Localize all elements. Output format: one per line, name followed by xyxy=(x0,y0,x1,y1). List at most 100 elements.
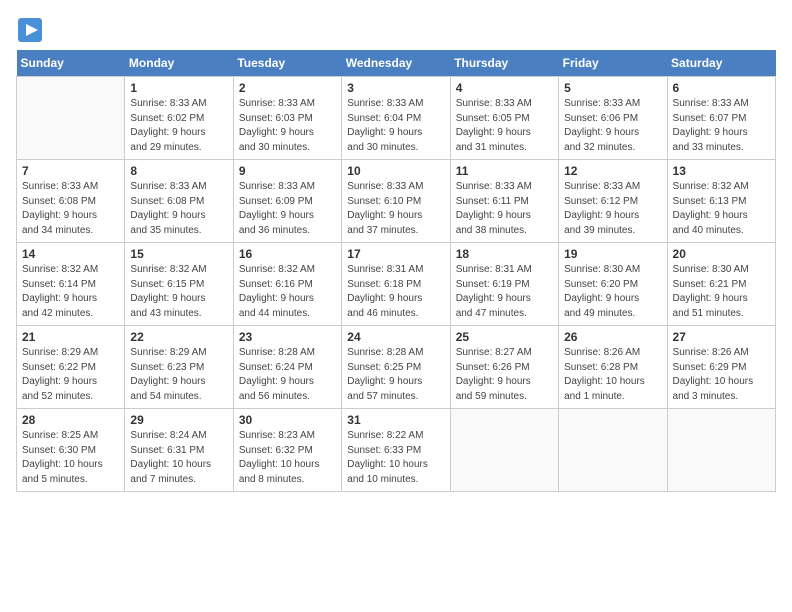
calendar-cell: 4 Sunrise: 8:33 AM Sunset: 6:05 PM Daylig… xyxy=(450,77,558,160)
days-header-row: SundayMondayTuesdayWednesdayThursdayFrid… xyxy=(17,50,776,77)
day-info: Sunrise: 8:33 AM Sunset: 6:07 PM Dayligh… xyxy=(673,97,770,155)
calendar-cell: 28 Sunrise: 8:25 AM Sunset: 6:30 PM Dayli… xyxy=(17,409,125,492)
calendar-cell: 13 Sunrise: 8:32 AM Sunset: 6:13 PM Dayli… xyxy=(667,160,775,243)
day-info: Sunrise: 8:33 AM Sunset: 6:09 PM Dayligh… xyxy=(239,180,336,238)
day-info: Sunrise: 8:31 AM Sunset: 6:19 PM Dayligh… xyxy=(456,263,553,321)
day-number: 17 xyxy=(347,247,444,261)
week-row-5: 28 Sunrise: 8:25 AM Sunset: 6:30 PM Dayli… xyxy=(17,409,776,492)
day-info: Sunrise: 8:32 AM Sunset: 6:13 PM Dayligh… xyxy=(673,180,770,238)
calendar-cell: 19 Sunrise: 8:30 AM Sunset: 6:20 PM Dayli… xyxy=(559,243,667,326)
day-info: Sunrise: 8:26 AM Sunset: 6:28 PM Dayligh… xyxy=(564,346,661,404)
day-number: 13 xyxy=(673,164,770,178)
calendar-cell: 30 Sunrise: 8:23 AM Sunset: 6:32 PM Dayli… xyxy=(233,409,341,492)
day-info: Sunrise: 8:26 AM Sunset: 6:29 PM Dayligh… xyxy=(673,346,770,404)
day-number: 9 xyxy=(239,164,336,178)
day-number: 11 xyxy=(456,164,553,178)
calendar-cell: 24Sunrise: 8:28 AM Sunset: 6:25 PM Dayli… xyxy=(342,326,450,409)
calendar-table: SundayMondayTuesdayWednesdayThursdayFrid… xyxy=(16,50,776,492)
calendar-cell: 14 Sunrise: 8:32 AM Sunset: 6:14 PM Dayli… xyxy=(17,243,125,326)
day-info: Sunrise: 8:33 AM Sunset: 6:08 PM Dayligh… xyxy=(22,180,119,238)
day-info: Sunrise: 8:25 AM Sunset: 6:30 PM Dayligh… xyxy=(22,429,119,487)
calendar-cell: 23 Sunrise: 8:28 AM Sunset: 6:24 PM Dayli… xyxy=(233,326,341,409)
day-info: Sunrise: 8:30 AM Sunset: 6:20 PM Dayligh… xyxy=(564,263,661,321)
calendar-cell xyxy=(17,77,125,160)
day-info: Sunrise: 8:33 AM Sunset: 6:02 PM Dayligh… xyxy=(130,97,227,155)
header-friday: Friday xyxy=(559,50,667,77)
day-number: 20 xyxy=(673,247,770,261)
day-number: 12 xyxy=(564,164,661,178)
calendar-cell: 20 Sunrise: 8:30 AM Sunset: 6:21 PM Dayli… xyxy=(667,243,775,326)
day-number: 19 xyxy=(564,247,661,261)
day-number: 25 xyxy=(456,330,553,344)
calendar-cell xyxy=(667,409,775,492)
day-info: Sunrise: 8:30 AM Sunset: 6:21 PM Dayligh… xyxy=(673,263,770,321)
day-number: 23 xyxy=(239,330,336,344)
header-tuesday: Tuesday xyxy=(233,50,341,77)
day-info: Sunrise: 8:33 AM Sunset: 6:08 PM Dayligh… xyxy=(130,180,227,238)
day-number: 27 xyxy=(673,330,770,344)
day-number: 8 xyxy=(130,164,227,178)
day-info: Sunrise: 8:27 AM Sunset: 6:26 PM Dayligh… xyxy=(456,346,553,404)
calendar-cell: 21 Sunrise: 8:29 AM Sunset: 6:22 PM Dayli… xyxy=(17,326,125,409)
calendar-cell xyxy=(450,409,558,492)
calendar-cell: 22 Sunrise: 8:29 AM Sunset: 6:23 PM Dayli… xyxy=(125,326,233,409)
calendar-cell: 15 Sunrise: 8:32 AM Sunset: 6:15 PM Dayli… xyxy=(125,243,233,326)
day-info: Sunrise: 8:32 AM Sunset: 6:16 PM Dayligh… xyxy=(239,263,336,321)
calendar-cell: 5 Sunrise: 8:33 AM Sunset: 6:06 PM Daylig… xyxy=(559,77,667,160)
calendar-cell: 29Sunrise: 8:24 AM Sunset: 6:31 PM Dayli… xyxy=(125,409,233,492)
day-number: 21 xyxy=(22,330,119,344)
day-number: 15 xyxy=(130,247,227,261)
calendar-cell xyxy=(559,409,667,492)
header-sunday: Sunday xyxy=(17,50,125,77)
day-number: 22 xyxy=(130,330,227,344)
day-info: Sunrise: 8:29 AM Sunset: 6:22 PM Dayligh… xyxy=(22,346,119,404)
day-number: 31 xyxy=(347,413,444,427)
day-info: Sunrise: 8:31 AM Sunset: 6:18 PM Dayligh… xyxy=(347,263,444,321)
calendar-cell: 25 Sunrise: 8:27 AM Sunset: 6:26 PM Dayli… xyxy=(450,326,558,409)
calendar-cell: 18 Sunrise: 8:31 AM Sunset: 6:19 PM Dayli… xyxy=(450,243,558,326)
day-number: 24 xyxy=(347,330,444,344)
day-number: 30 xyxy=(239,413,336,427)
day-number: 2 xyxy=(239,81,336,95)
day-number: 18 xyxy=(456,247,553,261)
calendar-cell: 26 Sunrise: 8:26 AM Sunset: 6:28 PM Dayli… xyxy=(559,326,667,409)
calendar-cell: 12 Sunrise: 8:33 AM Sunset: 6:12 PM Dayli… xyxy=(559,160,667,243)
calendar-cell: 11 Sunrise: 8:33 AM Sunset: 6:11 PM Dayli… xyxy=(450,160,558,243)
day-info: Sunrise: 8:24 AM Sunset: 6:31 PM Dayligh… xyxy=(130,429,227,487)
week-row-2: 7 Sunrise: 8:33 AM Sunset: 6:08 PM Daylig… xyxy=(17,160,776,243)
calendar-cell: 1 Sunrise: 8:33 AM Sunset: 6:02 PM Daylig… xyxy=(125,77,233,160)
day-number: 10 xyxy=(347,164,444,178)
header-monday: Monday xyxy=(125,50,233,77)
week-row-4: 21 Sunrise: 8:29 AM Sunset: 6:22 PM Dayli… xyxy=(17,326,776,409)
day-number: 14 xyxy=(22,247,119,261)
day-info: Sunrise: 8:32 AM Sunset: 6:14 PM Dayligh… xyxy=(22,263,119,321)
header-thursday: Thursday xyxy=(450,50,558,77)
day-number: 1 xyxy=(130,81,227,95)
day-number: 5 xyxy=(564,81,661,95)
day-info: Sunrise: 8:28 AM Sunset: 6:24 PM Dayligh… xyxy=(239,346,336,404)
calendar-cell: 2 Sunrise: 8:33 AM Sunset: 6:03 PM Daylig… xyxy=(233,77,341,160)
calendar-cell: 7 Sunrise: 8:33 AM Sunset: 6:08 PM Daylig… xyxy=(17,160,125,243)
calendar-cell: 6 Sunrise: 8:33 AM Sunset: 6:07 PM Daylig… xyxy=(667,77,775,160)
day-info: Sunrise: 8:33 AM Sunset: 6:03 PM Dayligh… xyxy=(239,97,336,155)
day-info: Sunrise: 8:29 AM Sunset: 6:23 PM Dayligh… xyxy=(130,346,227,404)
day-number: 4 xyxy=(456,81,553,95)
calendar-cell: 8 Sunrise: 8:33 AM Sunset: 6:08 PM Daylig… xyxy=(125,160,233,243)
day-info: Sunrise: 8:23 AM Sunset: 6:32 PM Dayligh… xyxy=(239,429,336,487)
day-number: 26 xyxy=(564,330,661,344)
day-info: Sunrise: 8:32 AM Sunset: 6:15 PM Dayligh… xyxy=(130,263,227,321)
day-number: 28 xyxy=(22,413,119,427)
day-info: Sunrise: 8:33 AM Sunset: 6:05 PM Dayligh… xyxy=(456,97,553,155)
day-number: 6 xyxy=(673,81,770,95)
day-info: Sunrise: 8:33 AM Sunset: 6:12 PM Dayligh… xyxy=(564,180,661,238)
logo-icon xyxy=(16,16,44,44)
calendar-cell: 27 Sunrise: 8:26 AM Sunset: 6:29 PM Dayli… xyxy=(667,326,775,409)
calendar-cell: 31 Sunrise: 8:22 AM Sunset: 6:33 PM Dayli… xyxy=(342,409,450,492)
day-info: Sunrise: 8:22 AM Sunset: 6:33 PM Dayligh… xyxy=(347,429,444,487)
day-info: Sunrise: 8:33 AM Sunset: 6:11 PM Dayligh… xyxy=(456,180,553,238)
logo xyxy=(16,16,48,44)
day-number: 7 xyxy=(22,164,119,178)
page-header xyxy=(16,16,776,44)
day-info: Sunrise: 8:33 AM Sunset: 6:06 PM Dayligh… xyxy=(564,97,661,155)
header-saturday: Saturday xyxy=(667,50,775,77)
